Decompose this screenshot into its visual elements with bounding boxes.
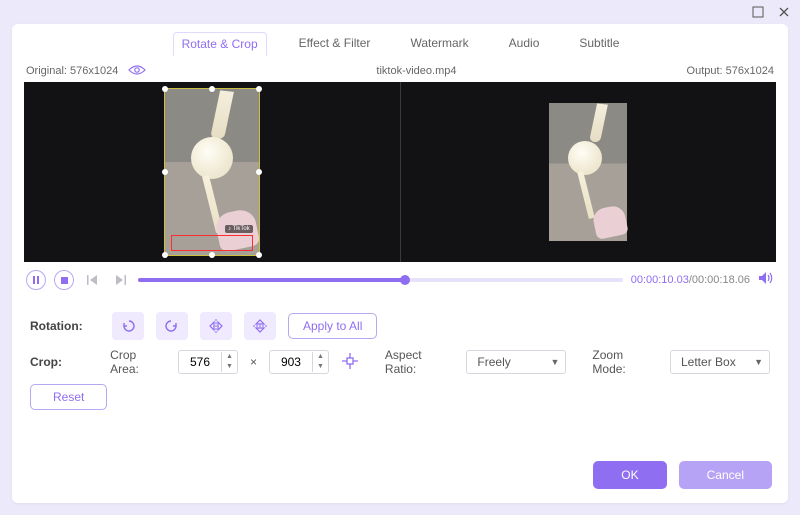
rotation-row: Rotation: Apply to All — [30, 312, 770, 340]
zoom-mode-value: Letter Box — [681, 355, 736, 369]
rotate-right-button[interactable] — [156, 312, 188, 340]
filename-label: tiktok-video.mp4 — [146, 65, 686, 77]
flip-vertical-button[interactable] — [244, 312, 276, 340]
total-time: /00:00:18.06 — [689, 274, 750, 286]
height-down[interactable]: ▼ — [313, 362, 328, 372]
width-up[interactable]: ▲ — [222, 352, 237, 362]
chevron-down-icon: ▼ — [754, 357, 763, 367]
crop-frame[interactable]: ♪ TikTok — [164, 88, 260, 256]
controls-area: Rotation: Apply to All Crop: Crop Area: … — [12, 300, 788, 418]
editor-window: Rotate & Crop Effect & Filter Watermark … — [0, 0, 800, 515]
cancel-button[interactable]: Cancel — [679, 461, 772, 489]
crop-label: Crop: — [30, 355, 98, 369]
video-content — [568, 141, 602, 175]
transport-bar: 00:00:10.03/00:00:18.06 — [12, 262, 788, 300]
crop-area-label: Crop Area: — [110, 348, 166, 376]
minimize-icon[interactable] — [752, 6, 764, 18]
stop-button[interactable] — [54, 270, 74, 290]
apply-to-all-button[interactable]: Apply to All — [288, 313, 377, 339]
output-size-label: Output: 576x1024 — [687, 65, 774, 77]
titlebar — [0, 0, 800, 24]
eye-icon[interactable] — [128, 64, 146, 79]
chevron-down-icon: ▼ — [550, 357, 559, 367]
volume-icon[interactable] — [758, 271, 774, 290]
prev-frame-button[interactable] — [82, 270, 102, 290]
main-panel: Rotate & Crop Effect & Filter Watermark … — [12, 24, 788, 503]
timeline-slider[interactable] — [138, 278, 623, 282]
timeline-knob[interactable] — [400, 275, 410, 285]
rotation-label: Rotation: — [30, 319, 100, 333]
crop-height-field[interactable]: ▲▼ — [269, 350, 329, 374]
tab-effect-filter[interactable]: Effect & Filter — [291, 32, 379, 56]
footer: OK Cancel — [12, 449, 788, 503]
preview-original[interactable]: ♪ TikTok — [24, 82, 400, 262]
tab-rotate-crop[interactable]: Rotate & Crop — [173, 32, 267, 56]
pause-button[interactable] — [26, 270, 46, 290]
time-display: 00:00:10.03/00:00:18.06 — [631, 274, 750, 286]
original-size-label: Original: 576x1024 — [26, 65, 118, 77]
flip-horizontal-button[interactable] — [200, 312, 232, 340]
zoom-mode-label: Zoom Mode: — [592, 348, 658, 376]
times-label: × — [250, 355, 257, 369]
tab-audio[interactable]: Audio — [501, 32, 548, 56]
crop-height-input[interactable] — [270, 355, 312, 369]
tab-bar: Rotate & Crop Effect & Filter Watermark … — [12, 24, 788, 60]
crop-width-input[interactable] — [179, 355, 221, 369]
reset-row: Reset — [30, 384, 770, 410]
video-content — [191, 137, 233, 179]
reset-button[interactable]: Reset — [30, 384, 107, 410]
info-bar: Original: 576x1024 tiktok-video.mp4 Outp… — [12, 60, 788, 82]
ok-button[interactable]: OK — [593, 461, 666, 489]
tiktok-badge: ♪ TikTok — [225, 225, 253, 233]
crop-row: Crop: Crop Area: ▲▼ × ▲▼ Aspect Ratio: F… — [30, 348, 770, 376]
crop-width-field[interactable]: ▲▼ — [178, 350, 238, 374]
aspect-ratio-select[interactable]: Freely ▼ — [466, 350, 566, 374]
preview-output — [400, 82, 777, 262]
tab-subtitle[interactable]: Subtitle — [571, 32, 627, 56]
output-thumbnail — [549, 103, 627, 241]
tab-watermark[interactable]: Watermark — [402, 32, 476, 56]
preview-area: ♪ TikTok — [24, 82, 776, 262]
rotate-left-button[interactable] — [112, 312, 144, 340]
height-up[interactable]: ▲ — [313, 352, 328, 362]
current-time: 00:00:10.03 — [631, 274, 689, 286]
aspect-ratio-value: Freely — [477, 355, 510, 369]
aspect-ratio-label: Aspect Ratio: — [385, 348, 455, 376]
center-crop-icon[interactable] — [341, 352, 359, 373]
close-icon[interactable] — [778, 6, 790, 18]
highlight-box — [171, 235, 253, 251]
width-down[interactable]: ▼ — [222, 362, 237, 372]
zoom-mode-select[interactable]: Letter Box ▼ — [670, 350, 770, 374]
next-frame-button[interactable] — [110, 270, 130, 290]
